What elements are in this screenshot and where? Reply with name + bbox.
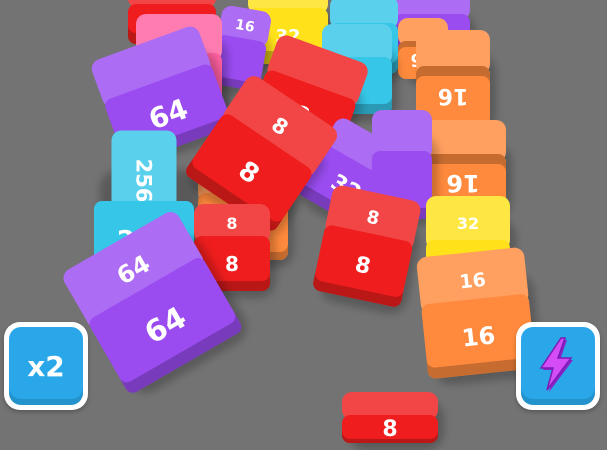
cube-red[interactable]: 8 <box>342 392 444 450</box>
lightning-powerup-button[interactable] <box>516 322 600 410</box>
x2-multiplier-button[interactable]: x2 <box>4 322 88 410</box>
lightning-icon <box>539 337 573 392</box>
cube-front-face: 8 <box>342 415 438 443</box>
x2-button-face[interactable]: x2 <box>9 327 83 405</box>
lightning-button-face[interactable] <box>521 327 595 405</box>
x2-label: x2 <box>27 349 65 383</box>
